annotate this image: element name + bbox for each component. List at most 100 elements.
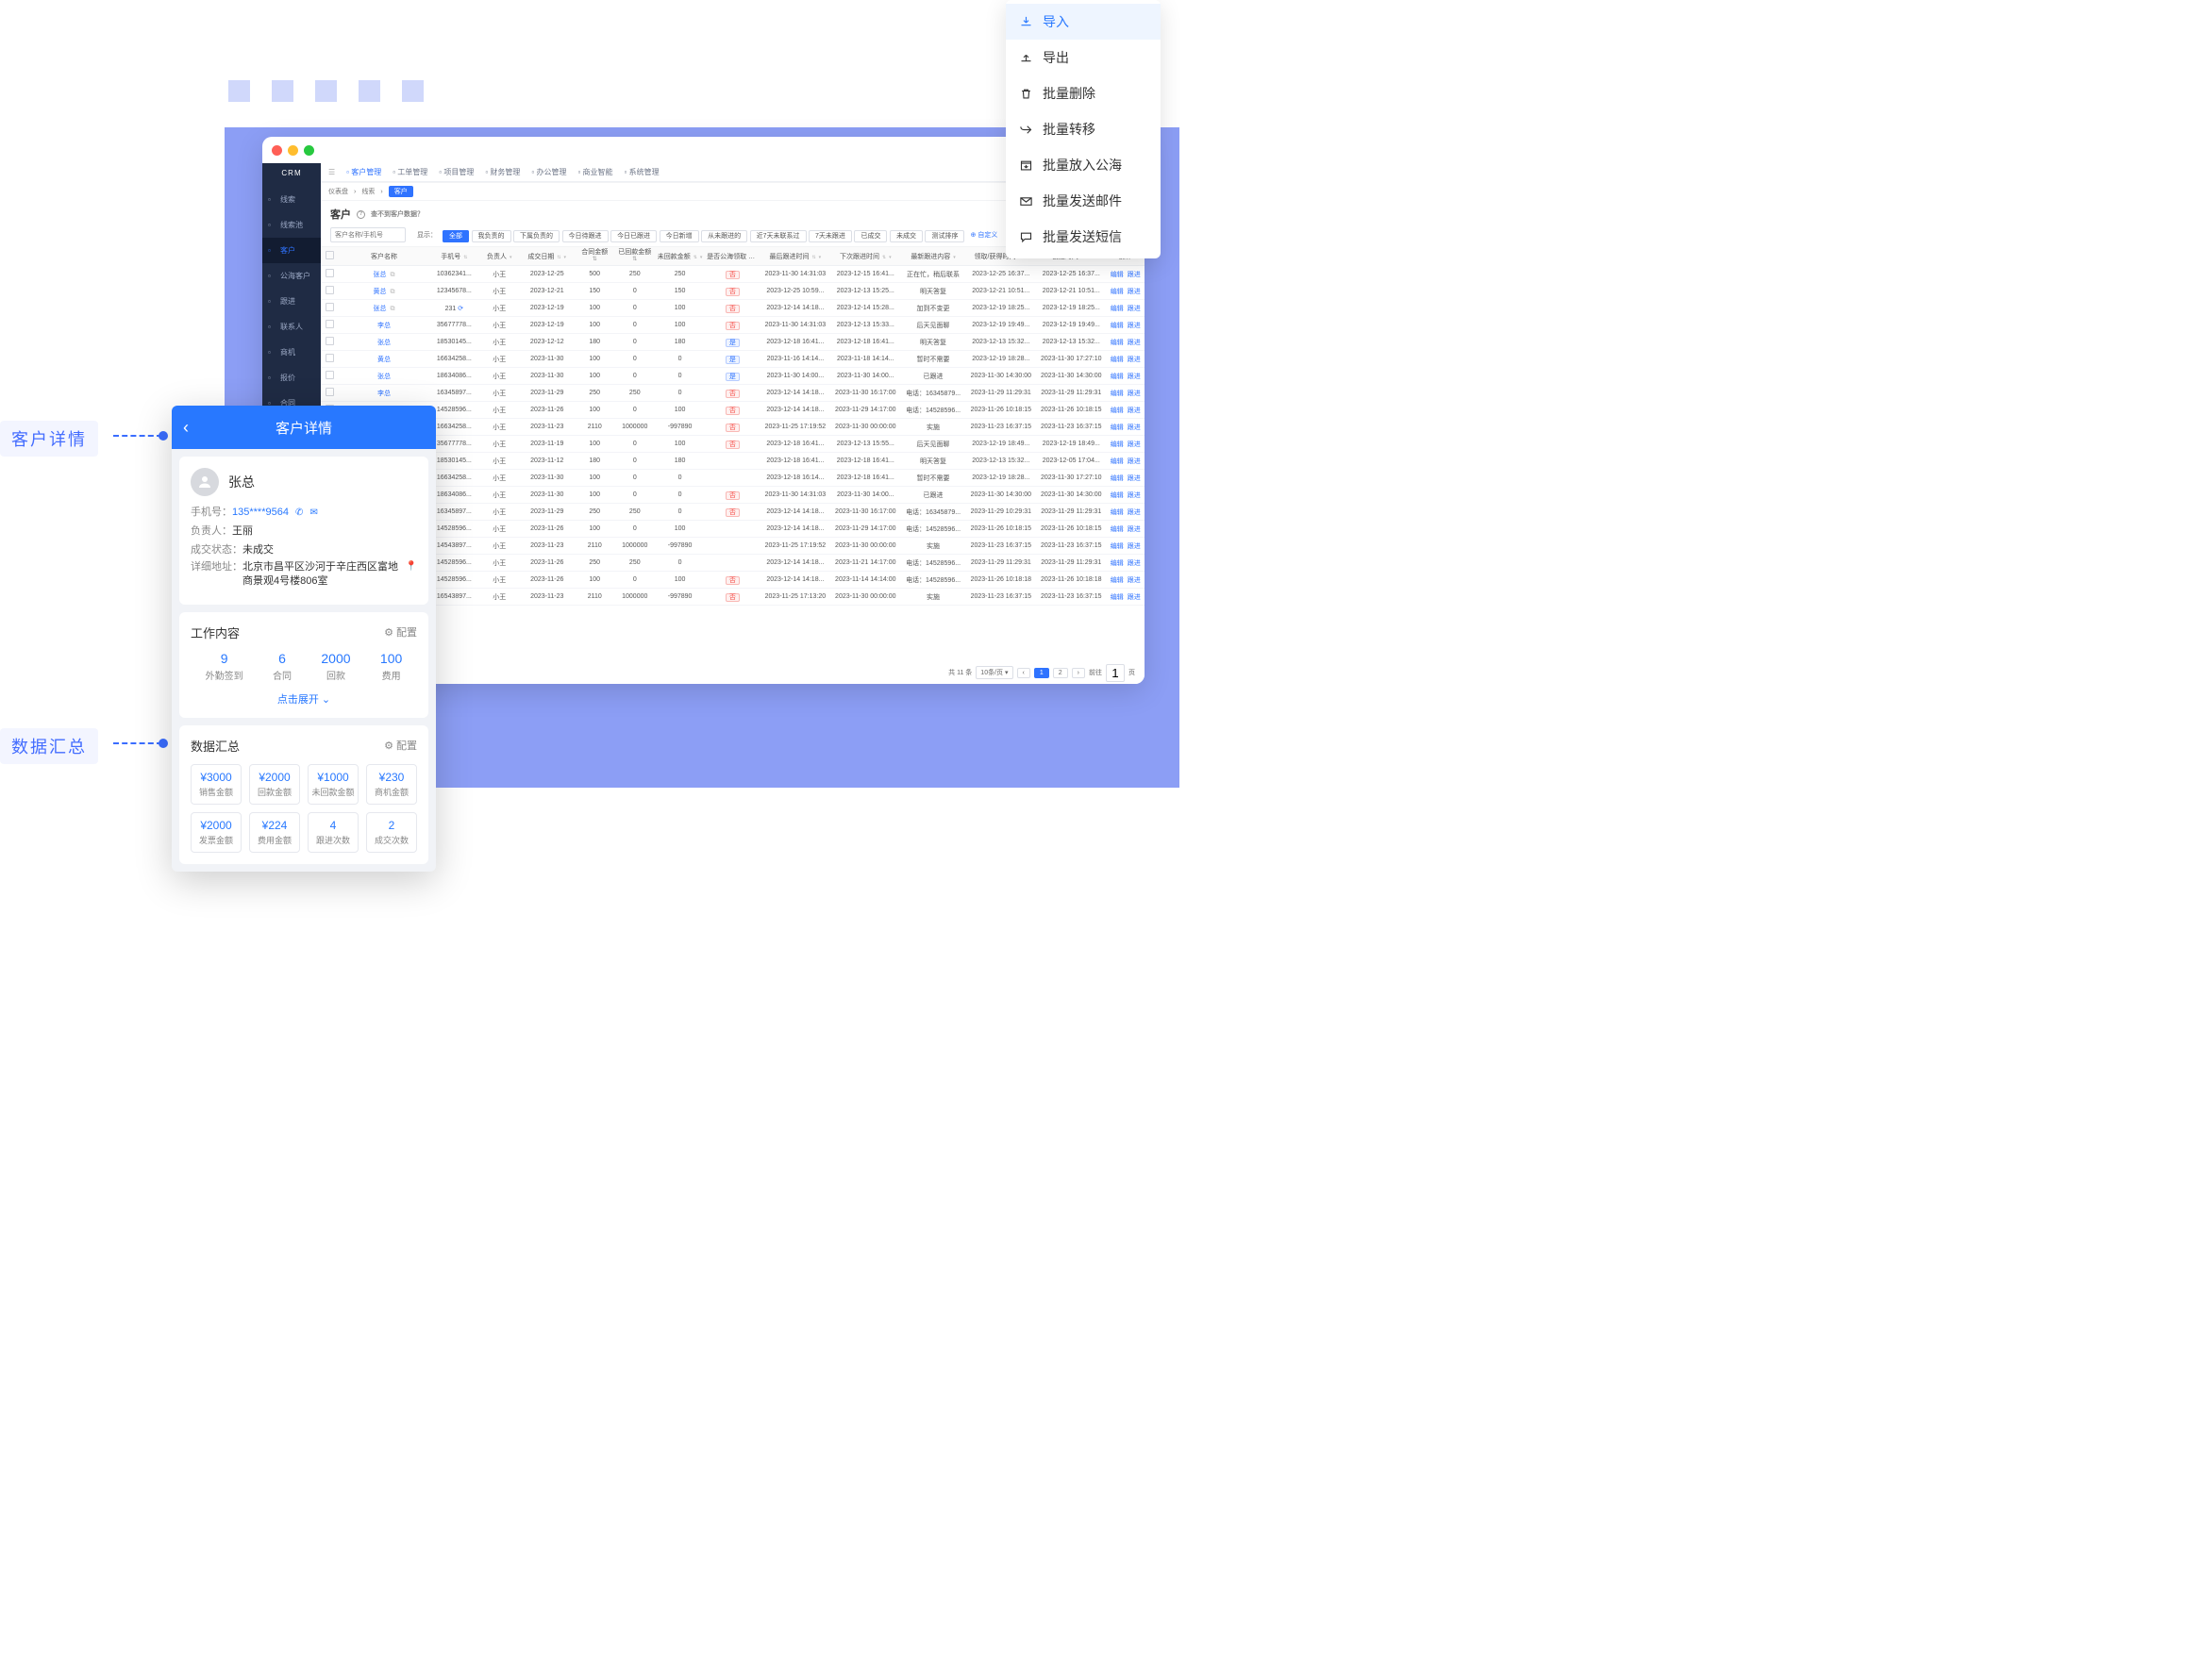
nav-notebook[interactable]: ▫跟进 — [262, 289, 321, 314]
dropdown-download[interactable]: 导入 — [1006, 4, 1161, 40]
follow-link[interactable]: 跟进 — [1128, 526, 1141, 533]
edit-link[interactable]: 编辑 — [1111, 475, 1124, 482]
follow-link[interactable]: 跟进 — [1128, 441, 1141, 448]
nav-pool[interactable]: ▫线索池 — [262, 212, 321, 238]
summary-card[interactable]: ¥1000未回款金额 — [308, 764, 359, 805]
edit-link[interactable]: 编辑 — [1111, 492, 1124, 499]
follow-link[interactable]: 跟进 — [1128, 374, 1141, 380]
checkbox-all[interactable] — [326, 251, 334, 259]
edit-link[interactable]: 编辑 — [1111, 306, 1124, 312]
dropdown-trash[interactable]: 批量删除 — [1006, 75, 1161, 111]
phone-value[interactable]: 135****9564 — [232, 507, 289, 518]
row-checkbox[interactable] — [326, 354, 334, 362]
edit-link[interactable]: 编辑 — [1111, 577, 1124, 584]
maximize-dot[interactable] — [304, 145, 314, 156]
follow-link[interactable]: 跟进 — [1128, 509, 1141, 516]
edit-link[interactable]: 编辑 — [1111, 374, 1124, 380]
filter-chip[interactable]: 全部 — [443, 230, 469, 242]
edit-link[interactable]: 编辑 — [1111, 391, 1124, 397]
help-icon[interactable]: ? — [357, 210, 365, 219]
filter-chip[interactable]: 已成交 — [854, 230, 887, 242]
nav-chance[interactable]: ▫商机 — [262, 340, 321, 365]
table-header[interactable]: 客户名称 — [339, 247, 429, 266]
customer-name-cell[interactable]: 张总 — [339, 368, 429, 385]
filter-chip[interactable]: 近7天未联系过 — [750, 230, 807, 242]
follow-link[interactable]: 跟进 — [1128, 272, 1141, 278]
search-input[interactable] — [330, 227, 406, 242]
bc-lead[interactable]: 线索 — [361, 187, 375, 196]
bc-dashboard[interactable]: 仪表盘 — [328, 187, 348, 196]
work-stat[interactable]: 9外勤签到 — [206, 651, 243, 682]
edit-link[interactable]: 编辑 — [1111, 408, 1124, 414]
copy-icon[interactable]: ⧉ — [390, 306, 394, 312]
edit-link[interactable]: 编辑 — [1111, 340, 1124, 346]
next-page[interactable]: › — [1072, 668, 1085, 678]
follow-link[interactable]: 跟进 — [1128, 424, 1141, 431]
customer-name-cell[interactable]: 李总 — [339, 385, 429, 402]
follow-link[interactable]: 跟进 — [1128, 543, 1141, 550]
topnav-item[interactable]: ▫ 财务管理 — [485, 167, 520, 177]
customer-name-cell[interactable]: 张总 ⧉ — [339, 266, 429, 283]
table-header[interactable]: 成交日期 ⇅ ▾ — [520, 247, 575, 266]
filter-chip[interactable]: 未成交 — [890, 230, 923, 242]
summary-config-button[interactable]: ⚙ 配置 — [384, 738, 417, 753]
close-dot[interactable] — [272, 145, 282, 156]
follow-link[interactable]: 跟进 — [1128, 323, 1141, 329]
row-checkbox[interactable] — [326, 320, 334, 328]
customer-name-cell[interactable]: 张总 — [339, 334, 429, 351]
table-header[interactable] — [321, 247, 339, 266]
summary-card[interactable]: ¥224费用金额 — [249, 812, 300, 853]
filter-chip[interactable]: 从未跟进的 — [701, 230, 747, 242]
follow-link[interactable]: 跟进 — [1128, 492, 1141, 499]
location-icon[interactable]: 📍 — [406, 560, 417, 590]
nav-sea[interactable]: ▫公海客户 — [262, 263, 321, 289]
edit-link[interactable]: 编辑 — [1111, 323, 1124, 329]
prev-page[interactable]: ‹ — [1017, 668, 1030, 678]
summary-card[interactable]: ¥230商机金额 — [366, 764, 417, 805]
filter-chip[interactable]: 7天未跟进 — [809, 230, 852, 242]
filter-chip[interactable]: 今日已跟进 — [610, 230, 657, 242]
edit-link[interactable]: 编辑 — [1111, 526, 1124, 533]
row-checkbox[interactable] — [326, 388, 334, 396]
edit-link[interactable]: 编辑 — [1111, 357, 1124, 363]
edit-link[interactable]: 编辑 — [1111, 458, 1124, 465]
dropdown-sms[interactable]: 批量发送短信 — [1006, 219, 1161, 255]
edit-link[interactable]: 编辑 — [1111, 594, 1124, 601]
goto-input[interactable] — [1106, 664, 1125, 682]
follow-link[interactable]: 跟进 — [1128, 458, 1141, 465]
table-header[interactable]: 下次跟进时间 ⇅ ▾ — [830, 247, 900, 266]
row-checkbox[interactable] — [326, 269, 334, 277]
page-1[interactable]: 1 — [1034, 668, 1049, 678]
customer-name-cell[interactable]: 黄总 — [339, 351, 429, 368]
summary-card[interactable]: ¥3000销售金额 — [191, 764, 242, 805]
follow-link[interactable]: 跟进 — [1128, 357, 1141, 363]
copy-icon[interactable]: ⧉ — [390, 272, 394, 278]
follow-link[interactable]: 跟进 — [1128, 340, 1141, 346]
follow-link[interactable]: 跟进 — [1128, 408, 1141, 414]
follow-link[interactable]: 跟进 — [1128, 594, 1141, 601]
table-header[interactable]: 最后跟进时间 ⇅ ▾ — [760, 247, 830, 266]
edit-link[interactable]: 编辑 — [1111, 560, 1124, 567]
table-header[interactable]: 手机号 ⇅ — [429, 247, 479, 266]
customer-name-cell[interactable]: 张总 ⧉ — [339, 300, 429, 317]
edit-link[interactable]: 编辑 — [1111, 272, 1124, 278]
edit-link[interactable]: 编辑 — [1111, 441, 1124, 448]
edit-link[interactable]: 编辑 — [1111, 543, 1124, 550]
edit-link[interactable]: 编辑 — [1111, 424, 1124, 431]
dropdown-upload[interactable]: 导出 — [1006, 40, 1161, 75]
table-header[interactable]: 是否公海领取 ⇅ ▾ — [705, 247, 760, 266]
row-checkbox[interactable] — [326, 337, 334, 345]
table-header[interactable]: 已回款金额⇅ — [615, 247, 656, 266]
table-header[interactable]: 合同金额⇅ — [575, 247, 615, 266]
edit-link[interactable]: 编辑 — [1111, 289, 1124, 295]
nav-doc[interactable]: ▫线索 — [262, 187, 321, 212]
customer-name-cell[interactable]: 李总 — [339, 317, 429, 334]
page-size-select[interactable]: 10条/页 ▾ — [976, 666, 1012, 679]
follow-link[interactable]: 跟进 — [1128, 475, 1141, 482]
edit-link[interactable]: 编辑 — [1111, 509, 1124, 516]
work-stat[interactable]: 6合同 — [273, 651, 292, 682]
expand-button[interactable]: 点击展开 ⌄ — [191, 691, 417, 707]
customer-name-cell[interactable]: 黄总 ⧉ — [339, 283, 429, 300]
nav-user[interactable]: ▫客户 — [262, 238, 321, 263]
message-icon[interactable]: ✉ — [309, 507, 317, 518]
